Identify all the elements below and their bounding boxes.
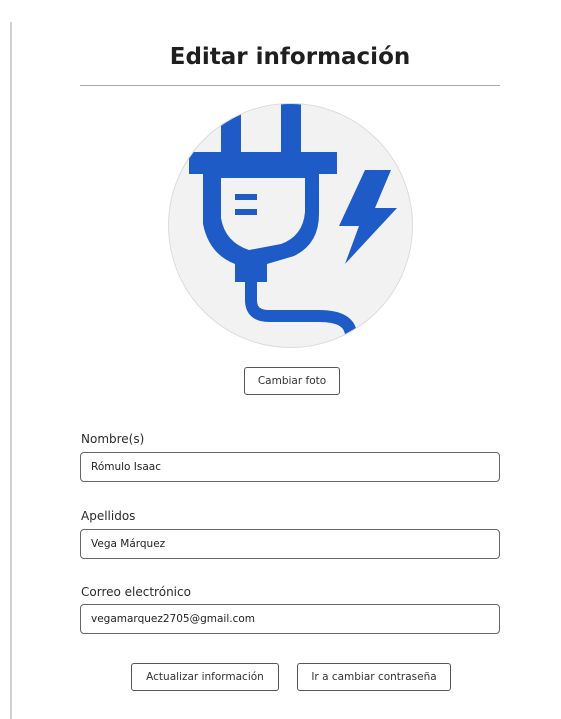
last-name-label: Apellidos xyxy=(81,509,136,523)
change-photo-button[interactable]: Cambiar foto xyxy=(244,367,340,395)
email-label: Correo electrónico xyxy=(81,585,191,599)
avatar xyxy=(168,103,413,348)
last-name-input[interactable] xyxy=(80,529,500,559)
email-input[interactable] xyxy=(80,604,500,634)
left-border xyxy=(10,22,12,719)
first-name-input[interactable] xyxy=(80,452,500,482)
edit-profile-page: Editar información Cambiar foto Nombre(s… xyxy=(0,0,561,719)
change-password-button[interactable]: Ir a cambiar contraseña xyxy=(297,663,451,691)
page-title: Editar información xyxy=(169,44,411,70)
title-divider xyxy=(80,85,500,86)
first-name-label: Nombre(s) xyxy=(81,432,145,446)
update-info-button[interactable]: Actualizar información xyxy=(131,663,279,691)
electric-plug-icon xyxy=(189,104,397,347)
